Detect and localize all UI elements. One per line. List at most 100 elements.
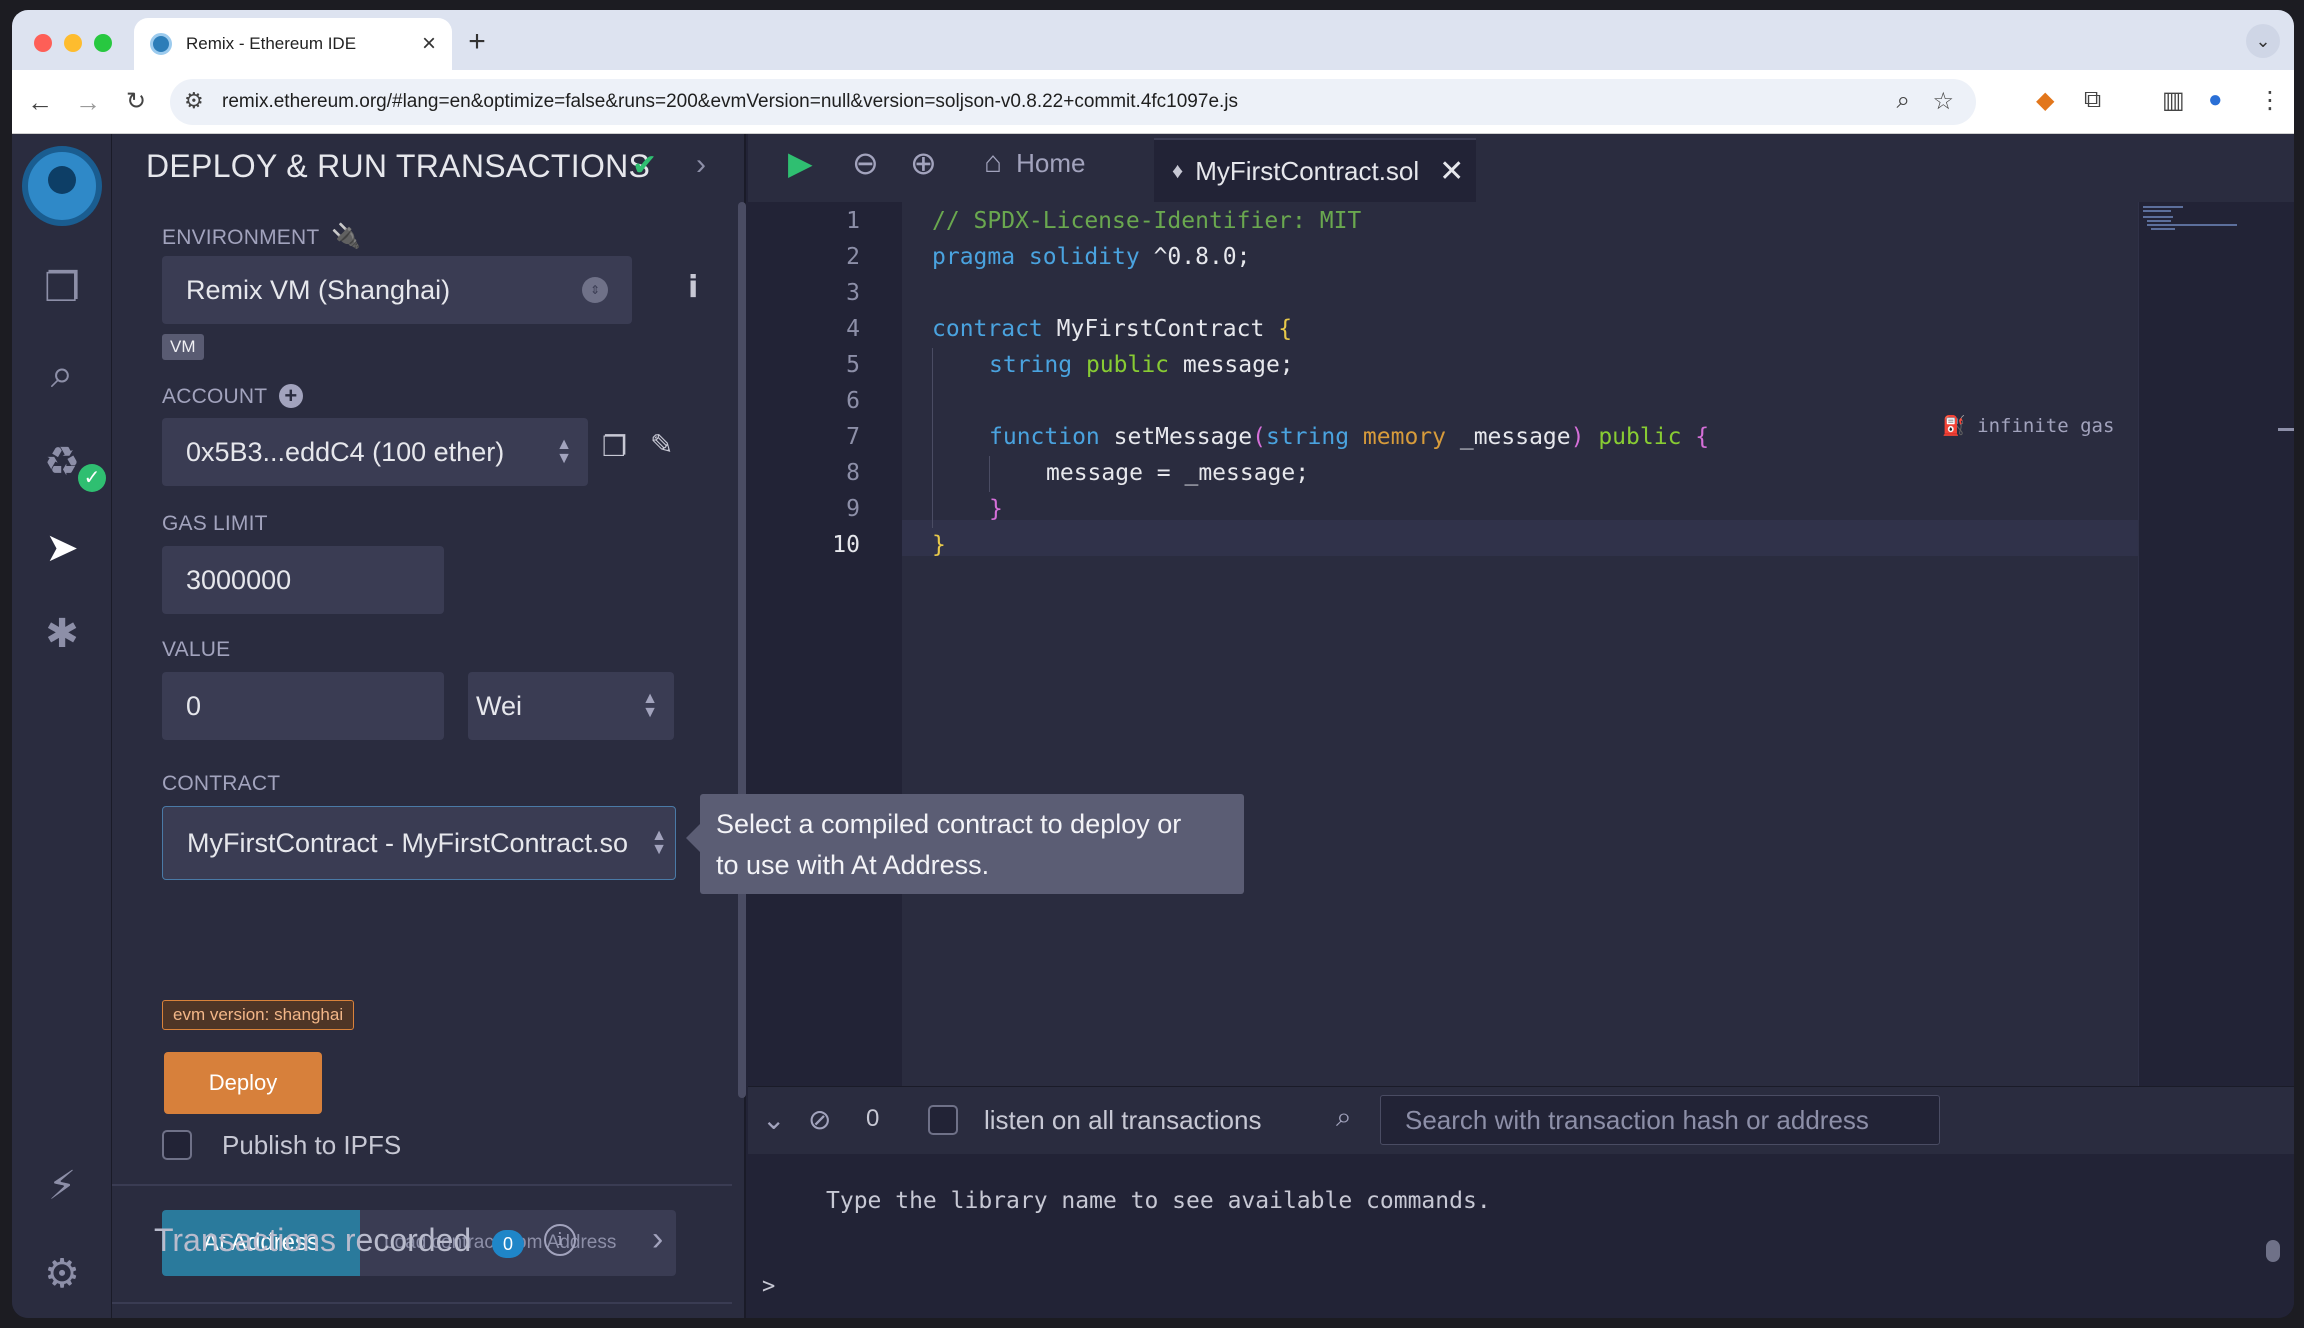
transaction-search-input[interactable] (1380, 1095, 1940, 1145)
publish-ipfs-label: Publish to IPFS (222, 1130, 402, 1160)
tab-home[interactable]: ⌂ Home (984, 146, 1085, 180)
bookmark-star-icon[interactable]: ☆ (1932, 87, 1954, 116)
value-input[interactable]: 0 (162, 672, 444, 740)
url-text[interactable]: remix.ethereum.org/#lang=en&optimize=fal… (222, 91, 1238, 113)
select-arrows-icon: ▲ ▼ (651, 827, 667, 858)
line-number: 4 (846, 316, 860, 342)
icon-panel: ❐ ⌕ ♻ ✓ ➤ ✱ ⚡ ⚙ (12, 134, 112, 1318)
browser-menu-icon[interactable]: ⋮ (2258, 86, 2282, 115)
browser-tab[interactable]: Remix - Ethereum IDE × (134, 18, 452, 70)
reload-button[interactable]: ↻ (118, 84, 154, 120)
line-number: 8 (846, 460, 860, 486)
environment-select[interactable]: Remix VM (Shanghai) ⇕ (162, 256, 632, 324)
code-line-9: } (989, 496, 1003, 522)
clear-console-icon[interactable]: ⊘ (808, 1103, 831, 1136)
publish-ipfs-checkbox[interactable] (162, 1130, 192, 1160)
zoom-icon[interactable]: ⌕ (1897, 87, 1910, 115)
minimap-line (2151, 228, 2175, 230)
line-number: 6 (846, 388, 860, 414)
code-line-7: function setMessage(string memory _messa… (989, 424, 1710, 450)
gas-pump-icon: ⛽ (1942, 415, 1966, 437)
overview-ruler-mark (2278, 428, 2294, 431)
transactions-count-badge: 0 (492, 1230, 524, 1258)
minimap-line (2143, 210, 2171, 212)
back-button[interactable]: ← (22, 84, 58, 120)
tooltip-text-line-2: to use with At Address. (716, 850, 990, 880)
extensions-puzzle-icon[interactable]: ⧉ (2084, 86, 2101, 114)
zoom-out-icon[interactable]: ⊖ (852, 144, 879, 182)
profile-avatar-icon[interactable]: ● (2208, 86, 2223, 114)
minimap-line (2143, 216, 2173, 218)
close-window-button[interactable] (34, 34, 52, 52)
address-bar[interactable]: ⚙ remix.ethereum.org/#lang=en&optimize=f… (170, 79, 1976, 125)
terminal-toolbar: ⌄ ⊘ 0 listen on all transactions ⌕ (748, 1086, 2294, 1154)
browser-titlebar: Remix - Ethereum IDE × + ⌄ (12, 10, 2294, 70)
minimap-line (2143, 206, 2183, 208)
copy-address-icon[interactable]: ❐ (602, 430, 627, 463)
terminal-output[interactable]: Type the library name to see available c… (748, 1154, 2294, 1318)
contract-label: CONTRACT (162, 772, 281, 795)
line-number: 7 (846, 424, 860, 450)
site-settings-icon[interactable]: ⚙ (184, 88, 204, 114)
code-editor[interactable]: 1 2 3 4 5 6 7 8 9 10 // SPDX-License-Ide… (748, 202, 2294, 1086)
close-file-tab-icon[interactable]: ✕ (1439, 154, 1464, 189)
code-minimap[interactable] (2138, 202, 2278, 1086)
gas-limit-input[interactable]: 3000000 (162, 546, 444, 614)
environment-info-icon[interactable]: ⅰ (688, 270, 698, 305)
account-select[interactable]: 0x5B3...eddC4 (100 ether) ▲ ▼ (162, 418, 588, 486)
deploy-run-icon[interactable]: ➤ (34, 520, 90, 576)
debugger-icon[interactable]: ✱ (34, 606, 90, 662)
value-label: VALUE (162, 638, 231, 661)
terminal-scrollbar[interactable] (2266, 1240, 2280, 1262)
gas-limit-label: GAS LIMIT (162, 512, 268, 535)
listen-all-transactions-checkbox[interactable] (928, 1105, 958, 1135)
remix-favicon-icon (150, 33, 172, 55)
code-text-area[interactable]: // SPDX-License-Identifier: MIT pragma s… (902, 202, 2138, 1086)
line-number: 10 (832, 532, 860, 558)
tab-search-button[interactable]: ⌄ (2246, 24, 2280, 58)
add-account-plus-icon[interactable]: + (278, 384, 303, 408)
metamask-extension-icon[interactable]: ◆ (2036, 86, 2054, 115)
run-script-play-icon[interactable]: ▶ (788, 144, 813, 182)
maximize-window-button[interactable] (94, 34, 112, 52)
side-panel-scrollbar[interactable] (738, 202, 746, 1098)
plugin-verified-check-icon: ✔ (632, 149, 658, 182)
transactions-recorded-title[interactable]: Transactions recorded (154, 1222, 471, 1259)
remix-app: ❐ ⌕ ♻ ✓ ➤ ✱ ⚡ ⚙ DEPLOY & RUN TRANSACTION… (12, 134, 2294, 1318)
zoom-in-icon[interactable]: ⊕ (910, 144, 937, 182)
side-panel-icon[interactable]: ▥ (2162, 86, 2185, 115)
divider (112, 1302, 732, 1304)
panel-collapse-chevron-icon[interactable]: › (696, 148, 706, 182)
edit-account-icon[interactable]: ✎ (650, 428, 673, 461)
plugin-manager-icon[interactable]: ⚡ (34, 1158, 90, 1214)
close-tab-icon[interactable]: × (422, 32, 436, 56)
terminal-prompt[interactable]: > (762, 1274, 775, 1299)
indent-guide (932, 348, 933, 528)
value-unit-select[interactable]: Wei ▲ ▼ (468, 672, 674, 740)
deploy-run-panel: DEPLOY & RUN TRANSACTIONS ✔ › ENVIRONMEN… (112, 134, 746, 1318)
tooltip-text-line-1: Select a compiled contract to deploy or (716, 809, 1182, 839)
expand-chevron-icon[interactable]: › (652, 1220, 663, 1259)
contract-select[interactable]: MyFirstContract - MyFirstContract.so ▲ ▼ (162, 806, 676, 880)
info-icon[interactable]: i (544, 1224, 576, 1256)
deploy-button[interactable]: Deploy (164, 1052, 322, 1114)
tab-myfirstcontract[interactable]: ♦ MyFirstContract.sol ✕ (1154, 138, 1476, 202)
search-icon[interactable]: ⌕ (34, 346, 90, 402)
indent-guide (989, 456, 990, 492)
editor-tab-bar: ▶ ⊖ ⊕ ⌂ Home ♦ MyFirstContract.sol ✕ (748, 134, 2294, 202)
divider (112, 1184, 732, 1186)
minimap-line (2147, 224, 2237, 226)
line-number: 5 (846, 352, 860, 378)
line-number: 1 (846, 208, 860, 234)
remix-logo[interactable] (22, 146, 102, 226)
file-explorer-icon[interactable]: ❐ (34, 260, 90, 316)
settings-icon[interactable]: ⚙ (34, 1246, 90, 1302)
compile-success-check-icon: ✓ (78, 464, 106, 492)
collapse-terminal-chevrons-icon[interactable]: ⌄ (762, 1103, 785, 1136)
minimize-window-button[interactable] (64, 34, 82, 52)
solidity-compiler-icon[interactable]: ♻ ✓ (34, 434, 106, 492)
forward-button[interactable]: → (70, 84, 106, 120)
code-line-8: message = _message; (1046, 460, 1310, 486)
code-line-5: string public message; (989, 352, 1294, 378)
new-tab-button[interactable]: + (458, 24, 496, 62)
